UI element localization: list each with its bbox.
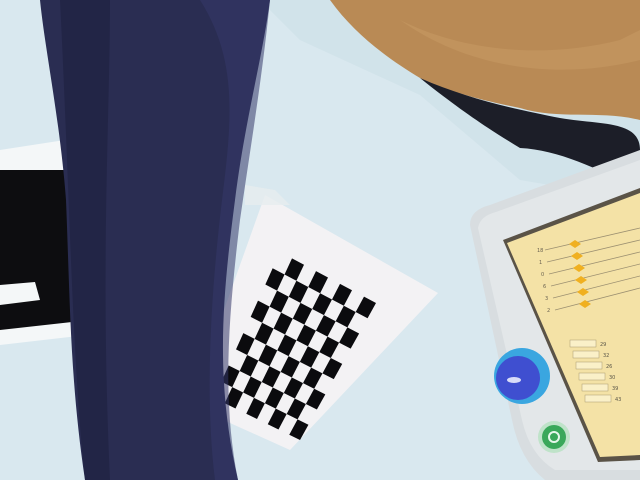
power-button[interactable]	[542, 425, 566, 449]
screen-reading-value: 30	[609, 375, 615, 381]
screen-row-label: 2	[547, 308, 550, 314]
screen-reading-box	[584, 394, 612, 403]
screen-row-label: 6	[543, 284, 546, 290]
screen-row-label: 18	[537, 248, 543, 254]
scene-canvas: 1810632293226303943	[0, 0, 640, 480]
screen-reading-value: 26	[606, 364, 612, 370]
screen-reading-box	[578, 372, 606, 381]
screen-reading-box	[581, 383, 609, 392]
screen-reading-value: 32	[603, 353, 609, 359]
screen-reading-value: 39	[612, 386, 618, 392]
screen-row-label: 0	[541, 272, 544, 278]
screen-row-label: 3	[545, 296, 548, 302]
screen-reading-box	[572, 350, 600, 359]
screen-reading-value: 29	[600, 342, 606, 348]
screen-reading-value: 43	[615, 397, 621, 403]
screen-reading-box	[569, 339, 597, 348]
screen-row-label: 1	[539, 260, 542, 266]
screen-reading-box	[575, 361, 603, 370]
photo-scene: 18 1 0 6 3 2 29 32 26 30 39 43	[0, 0, 640, 480]
